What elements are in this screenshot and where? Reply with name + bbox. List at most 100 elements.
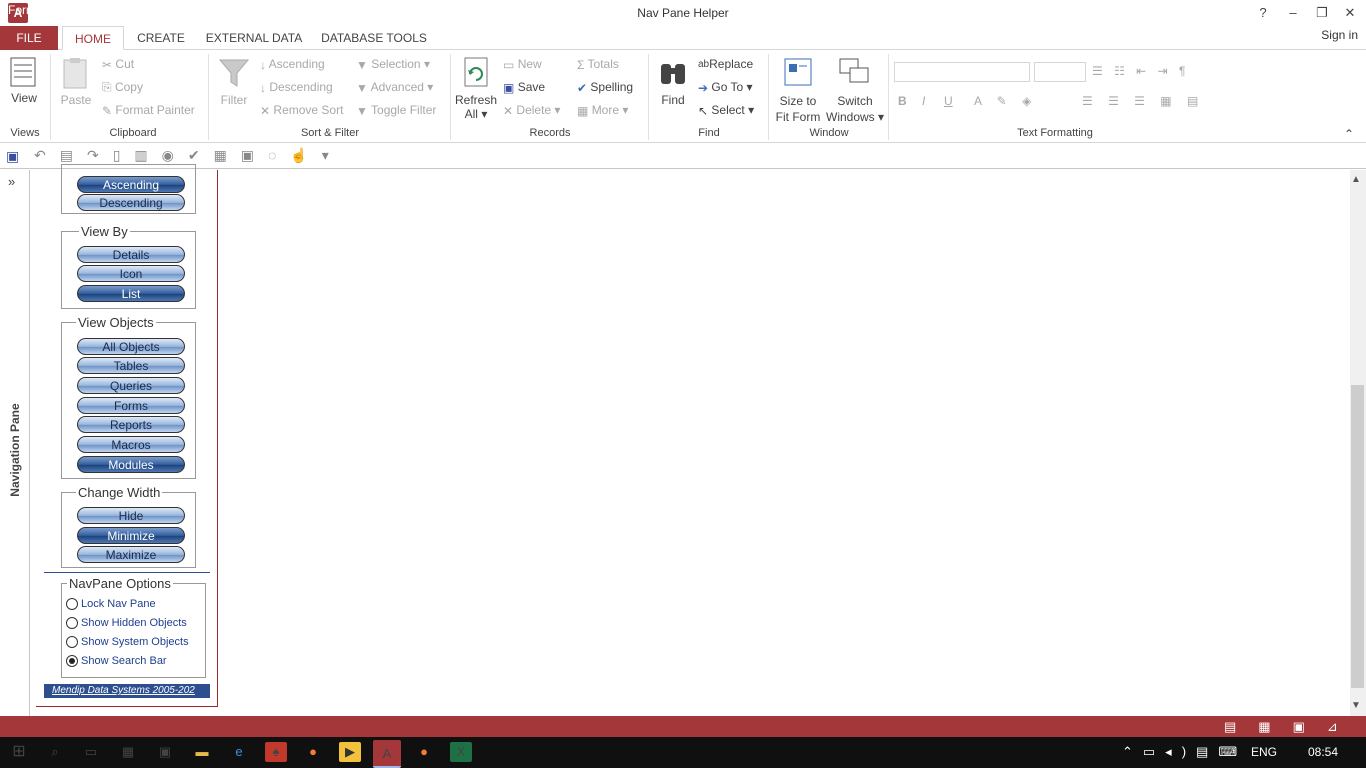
all-objects-pill-button[interactable]: All Objects <box>77 338 185 355</box>
ascending-button[interactable]: ↓ Ascending <box>260 57 325 72</box>
minimize-button[interactable]: – <box>1279 2 1307 24</box>
size-to-fit-form-button[interactable]: Size to Fit Form <box>774 56 822 124</box>
tables-pill-button[interactable]: Tables <box>77 357 185 374</box>
hide-pill-button[interactable]: Hide <box>77 507 185 524</box>
minimize-pill-button[interactable]: Minimize <box>77 527 185 544</box>
toggle-filter-label: Toggle Filter <box>371 103 437 117</box>
tab-home[interactable]: HOME <box>62 26 124 50</box>
file-explorer-icon[interactable]: ▬ <box>191 742 213 762</box>
macros-pill-button[interactable]: Macros <box>77 436 185 453</box>
clock[interactable]: 08:54 <box>1308 745 1338 759</box>
remove-sort-icon: ✕ <box>260 103 271 118</box>
media-player-icon[interactable]: ▶ <box>339 742 361 762</box>
selection-button[interactable]: ▼ Selection ▾ <box>356 57 430 72</box>
sign-in-link[interactable]: Sign in <box>1321 28 1358 42</box>
bold-button[interactable]: B <box>898 94 907 108</box>
firefox-icon-2[interactable]: ● <box>413 742 435 762</box>
replace-button[interactable]: abReplace <box>698 57 753 71</box>
windows-label: Windows <box>826 110 875 124</box>
copy-button[interactable]: ⎘ Copy <box>102 80 143 95</box>
goto-label: Go To <box>711 80 744 94</box>
calculator-icon[interactable]: ▦ <box>117 742 139 762</box>
switch-windows-icon <box>839 58 869 83</box>
descending-button[interactable]: ↓ Descending <box>260 80 333 95</box>
advanced-button[interactable]: ▼ Advanced ▾ <box>356 80 433 95</box>
lock-nav-pane-option[interactable]: Lock Nav Pane <box>66 598 156 611</box>
toggle-filter-button[interactable]: ▼ Toggle Filter <box>356 103 436 118</box>
view-switcher-icons[interactable]: ▤▦▣⊿ <box>1224 719 1360 735</box>
save-icon[interactable]: ▣ <box>6 148 19 165</box>
filter-button[interactable]: Filter <box>216 56 252 116</box>
underline-button[interactable]: U <box>944 94 953 108</box>
view-button[interactable]: View <box>8 56 40 116</box>
queries-pill-button[interactable]: Queries <box>77 377 185 394</box>
divider <box>44 572 210 573</box>
mendip-footer-link[interactable]: Mendip Data Systems 2005-202 <box>44 684 210 698</box>
remove-sort-button[interactable]: ✕ Remove Sort <box>260 103 343 118</box>
format-painter-button[interactable]: ✎ Format Painter <box>102 103 195 118</box>
help-button[interactable]: ? <box>1249 2 1277 24</box>
delete-record-button[interactable]: ✕ Delete ▾ <box>503 103 560 118</box>
pdf-reader-icon[interactable]: ♠ <box>265 742 287 762</box>
tab-create[interactable]: CREATE <box>130 26 192 50</box>
cut-button[interactable]: ✂ Cut <box>102 57 134 72</box>
restore-button[interactable]: ❐ <box>1308 2 1336 24</box>
find-group-label: Find <box>698 127 720 139</box>
show-hidden-objects-option[interactable]: Show Hidden Objects <box>66 617 187 630</box>
show-hidden-objects-label: Show Hidden Objects <box>81 617 187 629</box>
collapse-ribbon-icon[interactable]: ⌃ <box>1344 127 1354 141</box>
scroll-up-icon[interactable]: ▲ <box>1351 174 1361 185</box>
tab-external-data[interactable]: EXTERNAL DATA <box>200 26 308 50</box>
modules-pill-button[interactable]: Modules <box>77 456 185 473</box>
list-buttons[interactable]: ☰ ☷ ⇤ ⇥ ¶ <box>1092 64 1189 78</box>
paste-button[interactable]: Paste <box>58 56 94 118</box>
store-icon[interactable]: ▣ <box>154 742 176 762</box>
details-pill-button[interactable]: Details <box>77 246 185 263</box>
save-record-button[interactable]: ▣ Save <box>503 80 545 95</box>
search-icon[interactable]: ⌕ <box>44 742 66 762</box>
font-name-select[interactable] <box>894 62 1030 82</box>
spelling-button[interactable]: ✔ Spelling <box>577 80 633 95</box>
format-painter-label: Format Painter <box>115 103 195 117</box>
task-view-icon[interactable]: ▭ <box>80 742 102 762</box>
radio-icon <box>66 617 78 630</box>
maximize-pill-button[interactable]: Maximize <box>77 546 185 563</box>
show-search-bar-option[interactable]: Show Search Bar <box>66 655 167 668</box>
more-button[interactable]: ▦ More ▾ <box>577 103 628 118</box>
find-button[interactable]: Find <box>655 56 691 116</box>
access-taskbar-icon[interactable]: A <box>373 740 401 768</box>
tab-file[interactable]: FILE <box>0 26 58 50</box>
new-record-button[interactable]: ▭ New <box>503 57 542 72</box>
expand-nav-pane-button[interactable]: » <box>8 174 15 189</box>
window-group-label: Window <box>809 127 849 139</box>
font-size-select[interactable] <box>1034 62 1086 82</box>
show-system-objects-option[interactable]: Show System Objects <box>66 636 189 649</box>
font-color-buttons[interactable]: A ✎ ◈ <box>974 94 1037 108</box>
refresh-all-button[interactable]: Refresh All ▾ <box>455 56 497 122</box>
scroll-down-icon[interactable]: ▼ <box>1351 700 1361 711</box>
select-button[interactable]: ↖ Select ▾ <box>698 103 754 118</box>
start-windows-icon[interactable]: ⊞ <box>8 742 30 762</box>
goto-button[interactable]: ➔ Go To ▾ <box>698 80 753 95</box>
totals-button[interactable]: Σ Totals <box>577 57 619 72</box>
switch-windows-button[interactable]: Switch Windows ▾ <box>826 56 884 124</box>
tab-database-tools[interactable]: DATABASE TOOLS <box>318 26 430 50</box>
edge-browser-icon[interactable]: e <box>228 742 250 762</box>
forms-pill-button[interactable]: Forms <box>77 397 185 414</box>
list-pill-button[interactable]: List <box>77 285 185 302</box>
system-tray-icons[interactable]: ⌃▭◂)▤⌨ <box>1122 744 1247 760</box>
cut-label: Cut <box>115 57 135 71</box>
close-button[interactable]: ✕ <box>1336 2 1364 24</box>
qat-icons[interactable]: ↶▤↷▯▥◉✔▦▣◌☝▾ <box>34 147 343 164</box>
scrollbar-thumb[interactable] <box>1351 385 1364 688</box>
reports-pill-button[interactable]: Reports <box>77 416 185 433</box>
ascending-pill-button[interactable]: Ascending <box>77 176 185 193</box>
excel-icon[interactable]: X <box>450 742 472 762</box>
icon-pill-button[interactable]: Icon <box>77 265 185 282</box>
italic-button[interactable]: I <box>922 94 925 108</box>
language-indicator[interactable]: ENG <box>1251 745 1277 759</box>
firefox-icon[interactable]: ● <box>302 742 324 762</box>
alignment-buttons[interactable]: ☰ ☰ ☰ ▦ ▤ <box>1082 94 1204 108</box>
text-formatting-group-label: Text Formatting <box>1017 127 1093 139</box>
descending-pill-button[interactable]: Descending <box>77 194 185 211</box>
